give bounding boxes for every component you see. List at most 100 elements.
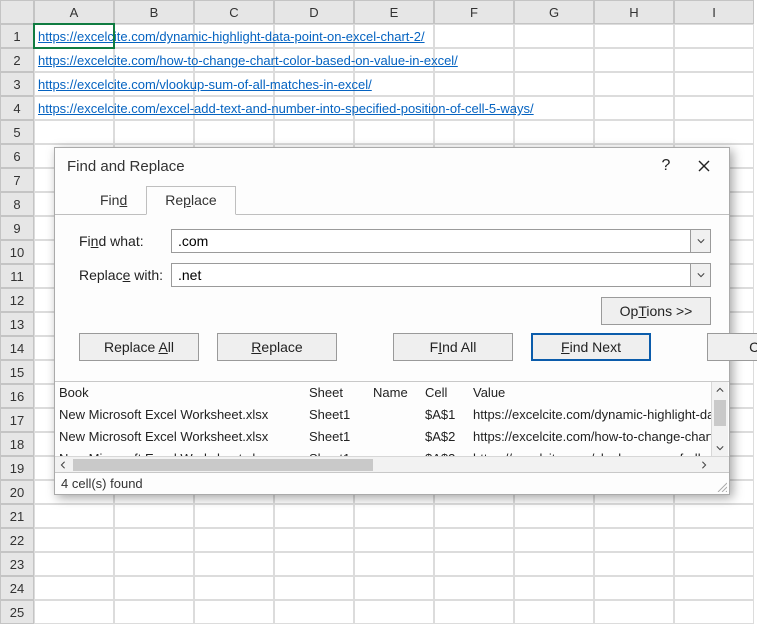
cell[interactable]	[674, 120, 754, 144]
cell[interactable]	[434, 120, 514, 144]
scroll-up-icon[interactable]	[712, 382, 728, 398]
row-header-10[interactable]: 10	[0, 240, 34, 264]
cell[interactable]	[594, 552, 674, 576]
cell[interactable]	[34, 576, 114, 600]
tab-replace[interactable]: Replace	[146, 186, 235, 215]
cell[interactable]: https://excelcite.com/how-to-change-char…	[34, 48, 114, 72]
hyperlink[interactable]: https://excelcite.com/vlookup-sum-of-all…	[38, 77, 372, 92]
cell[interactable]	[514, 504, 594, 528]
cell[interactable]	[354, 120, 434, 144]
cell[interactable]	[114, 600, 194, 624]
cell[interactable]	[274, 528, 354, 552]
row-header-21[interactable]: 21	[0, 504, 34, 528]
cell[interactable]	[354, 552, 434, 576]
row-header-18[interactable]: 18	[0, 432, 34, 456]
cell[interactable]	[194, 552, 274, 576]
cell[interactable]	[114, 120, 194, 144]
row-header-12[interactable]: 12	[0, 288, 34, 312]
col-header-E[interactable]: E	[354, 0, 434, 24]
result-row[interactable]: New Microsoft Excel Worksheet.xlsx Sheet…	[55, 448, 729, 456]
cell[interactable]	[514, 120, 594, 144]
col-header-D[interactable]: D	[274, 0, 354, 24]
cell[interactable]: https://excelcite.com/vlookup-sum-of-all…	[34, 72, 114, 96]
cell[interactable]	[274, 600, 354, 624]
row-header-25[interactable]: 25	[0, 600, 34, 624]
cell[interactable]	[354, 528, 434, 552]
col-header-I[interactable]: I	[674, 0, 754, 24]
cell[interactable]	[274, 552, 354, 576]
hyperlink[interactable]: https://excelcite.com/excel-add-text-and…	[38, 101, 534, 116]
cell[interactable]	[674, 600, 754, 624]
cell[interactable]	[34, 120, 114, 144]
cell[interactable]	[274, 576, 354, 600]
col-sheet[interactable]: Sheet	[309, 382, 373, 404]
cell[interactable]	[194, 576, 274, 600]
cell[interactable]	[114, 576, 194, 600]
cell[interactable]	[594, 24, 674, 48]
cell[interactable]	[674, 576, 754, 600]
select-all-corner[interactable]	[0, 0, 34, 24]
cell[interactable]	[194, 600, 274, 624]
row-header-13[interactable]: 13	[0, 312, 34, 336]
cell[interactable]	[354, 600, 434, 624]
scroll-thumb[interactable]	[714, 400, 726, 426]
col-cell[interactable]: Cell	[425, 382, 473, 404]
help-button[interactable]: ?	[651, 154, 681, 178]
row-header-3[interactable]: 3	[0, 72, 34, 96]
row-header-7[interactable]: 7	[0, 168, 34, 192]
resize-grip-icon[interactable]	[715, 480, 727, 492]
scroll-left-icon[interactable]	[55, 457, 71, 473]
results-hscroll[interactable]	[55, 456, 729, 472]
cell[interactable]	[514, 552, 594, 576]
cell[interactable]	[434, 552, 514, 576]
result-row[interactable]: New Microsoft Excel Worksheet.xlsx Sheet…	[55, 426, 729, 448]
cell[interactable]	[114, 504, 194, 528]
cell[interactable]	[514, 72, 594, 96]
find-what-dropdown[interactable]	[690, 230, 710, 252]
results-vscroll[interactable]	[711, 382, 728, 456]
hscroll-thumb[interactable]	[73, 459, 373, 471]
cell[interactable]	[114, 552, 194, 576]
cell[interactable]	[594, 504, 674, 528]
cell[interactable]	[674, 96, 754, 120]
col-header-B[interactable]: B	[114, 0, 194, 24]
cell[interactable]	[194, 528, 274, 552]
cell[interactable]	[434, 24, 514, 48]
cell[interactable]	[674, 528, 754, 552]
replace-button[interactable]: Replace	[217, 333, 337, 361]
hyperlink[interactable]: https://excelcite.com/how-to-change-char…	[38, 53, 458, 68]
row-header-4[interactable]: 4	[0, 96, 34, 120]
cell[interactable]: https://excelcite.com/dynamic-highlight-…	[34, 24, 114, 48]
row-header-15[interactable]: 15	[0, 360, 34, 384]
cell[interactable]	[34, 600, 114, 624]
cell[interactable]	[514, 48, 594, 72]
cell[interactable]	[594, 600, 674, 624]
close-button[interactable]: Close	[707, 333, 757, 361]
cell[interactable]	[674, 24, 754, 48]
row-header-2[interactable]: 2	[0, 48, 34, 72]
row-header-22[interactable]: 22	[0, 528, 34, 552]
cell[interactable]	[194, 504, 274, 528]
cell[interactable]	[594, 528, 674, 552]
cell[interactable]	[434, 504, 514, 528]
cell[interactable]	[514, 576, 594, 600]
col-header-F[interactable]: F	[434, 0, 514, 24]
cell[interactable]	[434, 528, 514, 552]
cell[interactable]	[274, 120, 354, 144]
cell[interactable]	[34, 552, 114, 576]
replace-with-dropdown[interactable]	[690, 264, 710, 286]
cell[interactable]	[594, 96, 674, 120]
col-book[interactable]: Book	[59, 382, 309, 404]
hyperlink[interactable]: https://excelcite.com/dynamic-highlight-…	[38, 29, 425, 44]
row-header-17[interactable]: 17	[0, 408, 34, 432]
cell[interactable]	[34, 504, 114, 528]
cell[interactable]	[674, 504, 754, 528]
cell[interactable]	[354, 576, 434, 600]
row-header-23[interactable]: 23	[0, 552, 34, 576]
row-header-20[interactable]: 20	[0, 480, 34, 504]
cell[interactable]	[594, 120, 674, 144]
cell[interactable]	[674, 72, 754, 96]
replace-all-button[interactable]: Replace All	[79, 333, 199, 361]
scroll-right-icon[interactable]	[696, 457, 712, 473]
col-value[interactable]: Value	[473, 382, 711, 404]
